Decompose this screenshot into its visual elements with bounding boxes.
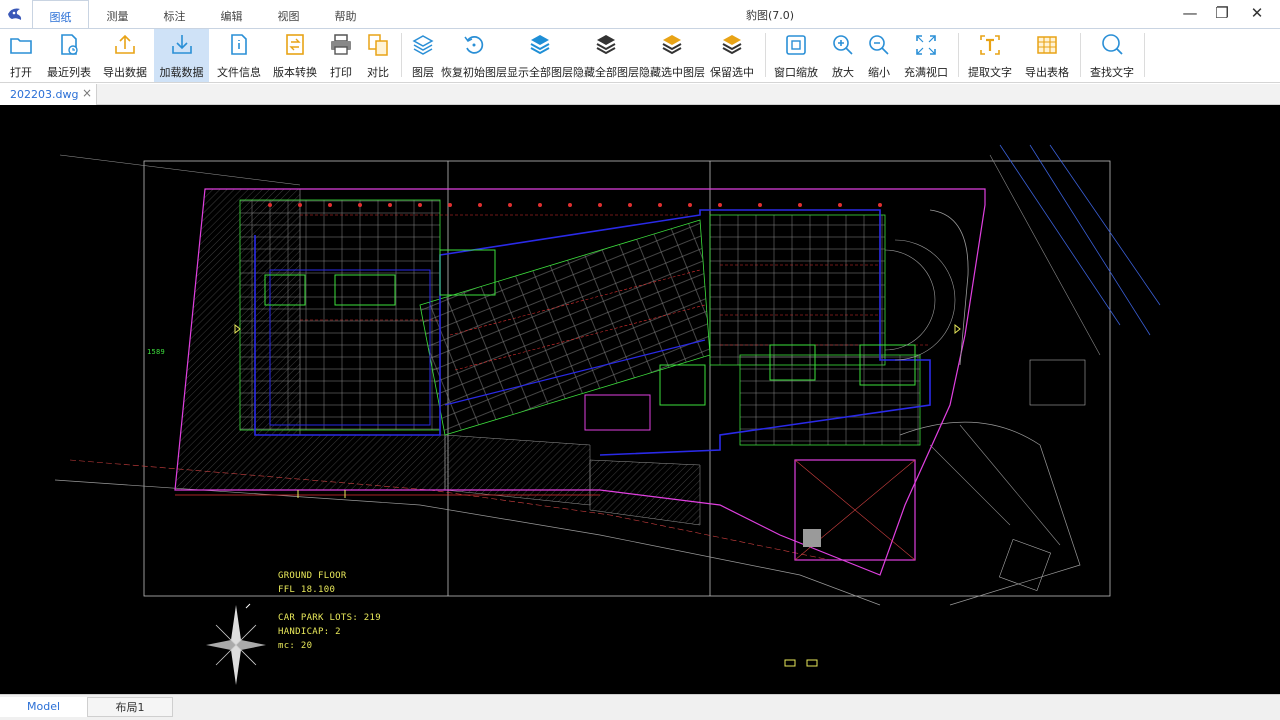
hide-selected-layers-label: 隐藏选中图层 — [639, 66, 705, 79]
restore-layers-label: 恢复初始图层 — [441, 66, 507, 79]
document-tab-close-button[interactable]: × — [82, 86, 92, 100]
mc-label: mc: 20 — [278, 641, 313, 651]
file-info-icon — [231, 34, 247, 55]
export-table-label: 导出表格 — [1025, 66, 1069, 79]
zoom-in-button[interactable]: 放大 — [827, 29, 859, 82]
ribbon-separator — [401, 33, 402, 77]
ribbon-separator — [958, 33, 959, 77]
export-table-button[interactable]: 导出表格 — [1022, 29, 1072, 82]
maximize-button[interactable]: ❐ — [1205, 0, 1239, 26]
open-label: 打开 — [10, 66, 32, 79]
zoom-out-icon — [869, 35, 889, 55]
ground-floor-label: GROUND FLOOR — [278, 571, 347, 581]
fit-view-label: 充满视口 — [904, 66, 948, 79]
dimension-label: 1589 — [147, 348, 166, 356]
find-text-button[interactable]: 查找文字 — [1088, 29, 1136, 82]
tab-drawing[interactable]: 图纸 — [32, 0, 89, 28]
layers-icon — [412, 35, 434, 55]
fit-view-icon — [916, 35, 936, 55]
handicap-label: HANDICAP: 2 — [278, 627, 341, 637]
file-info-button[interactable]: 文件信息 — [214, 29, 264, 82]
hide-selected-layers-icon — [662, 35, 682, 55]
minimize-button[interactable]: — — [1173, 0, 1207, 26]
layers-button[interactable]: 图层 — [407, 29, 439, 82]
version-convert-label: 版本转换 — [273, 66, 317, 79]
window-zoom-button[interactable]: 窗口缩放 — [772, 29, 820, 82]
window-zoom-label: 窗口缩放 — [774, 66, 818, 79]
fit-view-button[interactable]: 充满视口 — [902, 29, 950, 82]
show-all-layers-label: 显示全部图层 — [507, 66, 573, 79]
hide-selected-layers-button[interactable]: 隐藏选中图层 — [639, 29, 705, 82]
ffl-label: FFL 18.100 — [278, 585, 336, 595]
ribbon-separator — [765, 33, 766, 77]
tab-model[interactable]: Model — [0, 697, 87, 717]
ribbon-separator — [1144, 33, 1145, 77]
export-data-button[interactable]: 导出数据 — [100, 29, 150, 82]
keep-selected-label: 保留选中 — [710, 66, 754, 79]
compare-button[interactable]: 对比 — [362, 29, 394, 82]
search-icon — [1102, 34, 1123, 55]
extract-text-label: 提取文字 — [968, 66, 1012, 79]
drawing-canvas[interactable]: 1589 GROUND FLOOR FFL 18.100 CAR PARK LO… — [0, 105, 1280, 694]
print-label: 打印 — [330, 66, 352, 79]
tab-annotate[interactable]: 标注 — [146, 0, 203, 28]
recent-list-button[interactable]: 最近列表 — [42, 29, 96, 82]
hide-all-layers-button[interactable]: 隐藏全部图层 — [573, 29, 639, 82]
hide-all-layers-label: 隐藏全部图层 — [573, 66, 639, 79]
layout-tab-bar: Model 布局1 — [0, 694, 1280, 720]
compare-label: 对比 — [367, 66, 389, 79]
export-data-label: 导出数据 — [103, 66, 147, 79]
upload-icon — [115, 34, 135, 54]
extract-text-icon — [980, 35, 1000, 55]
ribbon-toolbar: 打开 最近列表 导出数据 加载数据 文件信息 版本转换 打印 对比 图层 恢复初… — [0, 28, 1280, 83]
menu-tabs: 图纸 测量 标注 编辑 视图 帮助 — [32, 0, 374, 28]
tab-view[interactable]: 视图 — [260, 0, 317, 28]
open-button[interactable]: 打开 — [4, 29, 38, 82]
layers-label: 图层 — [412, 66, 434, 79]
folder-open-icon — [10, 38, 32, 54]
show-all-layers-button[interactable]: 显示全部图层 — [507, 29, 573, 82]
document-tab[interactable]: 202203.dwg × — [0, 84, 97, 105]
title-bar: 图纸 测量 标注 编辑 视图 帮助 豹图(7.0) — ❐ ✕ — [0, 0, 1280, 28]
compare-icon — [368, 34, 388, 56]
app-logo-icon — [8, 8, 22, 20]
restore-layers-button[interactable]: 恢复初始图层 — [441, 29, 507, 82]
recent-list-label: 最近列表 — [47, 66, 91, 79]
cad-drawing — [54, 144, 1161, 685]
close-button[interactable]: ✕ — [1240, 0, 1274, 26]
tab-measure[interactable]: 测量 — [89, 0, 146, 28]
document-tab-bar: 202203.dwg × — [0, 84, 1280, 105]
version-convert-icon — [286, 34, 304, 55]
zoom-out-button[interactable]: 缩小 — [863, 29, 895, 82]
restore-icon — [464, 36, 484, 54]
ribbon-separator — [1080, 33, 1081, 77]
tab-help[interactable]: 帮助 — [317, 0, 374, 28]
car-park-lots-label: CAR PARK LOTS: 219 — [278, 613, 381, 623]
table-icon — [1037, 36, 1057, 54]
zoom-in-label: 放大 — [832, 66, 854, 79]
tab-edit[interactable]: 编辑 — [203, 0, 260, 28]
download-icon — [171, 35, 192, 54]
document-tab-label: 202203.dwg — [10, 88, 79, 101]
load-data-button[interactable]: 加载数据 — [154, 29, 209, 82]
hide-layers-icon — [596, 35, 616, 55]
recent-file-icon — [61, 34, 78, 55]
keep-selected-icon — [722, 35, 742, 55]
north-arrow-icon — [206, 603, 266, 685]
zoom-in-icon — [833, 35, 853, 55]
tab-layout1[interactable]: 布局1 — [87, 697, 173, 717]
file-info-label: 文件信息 — [217, 66, 261, 79]
version-convert-button[interactable]: 版本转换 — [270, 29, 320, 82]
zoom-out-label: 缩小 — [868, 66, 890, 79]
find-text-label: 查找文字 — [1090, 66, 1134, 79]
load-data-label: 加载数据 — [159, 66, 204, 79]
keep-selected-button[interactable]: 保留选中 — [707, 29, 757, 82]
window-zoom-icon — [786, 35, 806, 55]
extract-text-button[interactable]: 提取文字 — [966, 29, 1014, 82]
printer-icon — [331, 34, 351, 55]
show-layers-icon — [530, 35, 550, 55]
print-button[interactable]: 打印 — [325, 29, 357, 82]
